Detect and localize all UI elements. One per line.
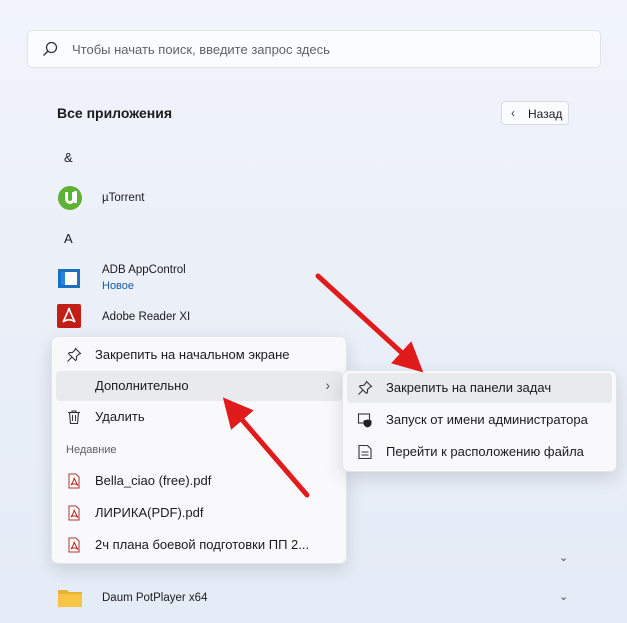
submenu-item-label: Закрепить на панели задач	[386, 380, 552, 395]
recent-file-item[interactable]: ЛИРИКА(PDF).pdf	[56, 498, 342, 528]
chevron-right-icon: ›	[325, 377, 330, 393]
menu-item-more[interactable]: Дополнительно ›	[56, 371, 342, 401]
app-name: Daum PotPlayer x64	[102, 592, 208, 604]
group-letter[interactable]: A	[64, 231, 73, 246]
all-apps-title: Все приложения	[57, 105, 173, 121]
recent-file-label: ЛИРИКА(PDF).pdf	[95, 505, 204, 520]
recent-file-item[interactable]: 2ч плана боевой подготовки ПП 2...	[56, 530, 342, 560]
folder-icon	[58, 590, 82, 607]
submenu-item-label: Перейти к расположению файла	[386, 444, 584, 459]
app-item-daum-potplayer[interactable]: Daum PotPlayer x64	[57, 586, 557, 612]
app-name: µTorrent	[102, 192, 145, 204]
submenu-item-label: Запуск от имени администратора	[386, 412, 588, 427]
expand-chevron-icon[interactable]: ⌄	[559, 590, 568, 603]
menu-item-label: Удалить	[95, 409, 145, 424]
recent-file-item[interactable]: Bella_ciao (free).pdf	[56, 466, 342, 496]
app-item-utorrent[interactable]: µTorrent	[57, 185, 557, 211]
pdf-icon	[68, 473, 80, 489]
back-button-label: Назад	[528, 107, 563, 121]
recent-file-label: 2ч плана боевой подготовки ПП 2...	[95, 537, 310, 552]
app-item-adobe-reader[interactable]: Adobe Reader XI	[57, 304, 557, 330]
context-menu: Закрепить на начальном экране Дополнител…	[51, 336, 347, 564]
submenu: Закрепить на панели задач Запуск от имен…	[342, 370, 617, 472]
folder-location-icon	[358, 444, 372, 460]
app-name: ADB AppControl	[102, 264, 186, 276]
pin-icon	[358, 380, 373, 395]
submenu-item-run-as-admin[interactable]: Запуск от имени администратора	[347, 405, 612, 435]
search-box[interactable]: Чтобы начать поиск, введите запрос здесь	[27, 30, 601, 68]
menu-item-uninstall[interactable]: Удалить	[56, 402, 342, 432]
trash-icon	[68, 410, 80, 425]
adb-appcontrol-icon	[58, 269, 80, 288]
menu-item-label: Закрепить на начальном экране	[95, 347, 290, 362]
pdf-icon	[68, 537, 80, 553]
pdf-icon	[68, 505, 80, 521]
pin-icon	[67, 347, 82, 362]
recent-section-label: Недавние	[66, 444, 117, 456]
utorrent-icon	[58, 186, 82, 210]
back-button[interactable]: ‹ Назад	[501, 101, 569, 125]
app-name: Adobe Reader XI	[102, 311, 191, 323]
group-letter[interactable]: &	[64, 150, 73, 165]
menu-item-pin-start[interactable]: Закрепить на начальном экране	[56, 340, 342, 370]
submenu-item-pin-taskbar[interactable]: Закрепить на панели задач	[347, 373, 612, 403]
recent-file-label: Bella_ciao (free).pdf	[95, 473, 212, 488]
expand-chevron-icon[interactable]: ⌄	[559, 551, 568, 564]
app-new-badge: Новое	[102, 280, 135, 292]
submenu-item-open-location[interactable]: Перейти к расположению файла	[347, 437, 612, 467]
chevron-left-icon: ‹	[511, 106, 515, 120]
search-placeholder: Чтобы начать поиск, введите запрос здесь	[72, 42, 330, 57]
search-icon	[43, 41, 58, 56]
adobe-reader-icon	[57, 304, 81, 328]
shield-admin-icon	[357, 413, 372, 428]
app-item-adb-appcontrol[interactable]: ADB AppControl Новое	[57, 264, 557, 292]
menu-item-label: Дополнительно	[95, 378, 189, 393]
